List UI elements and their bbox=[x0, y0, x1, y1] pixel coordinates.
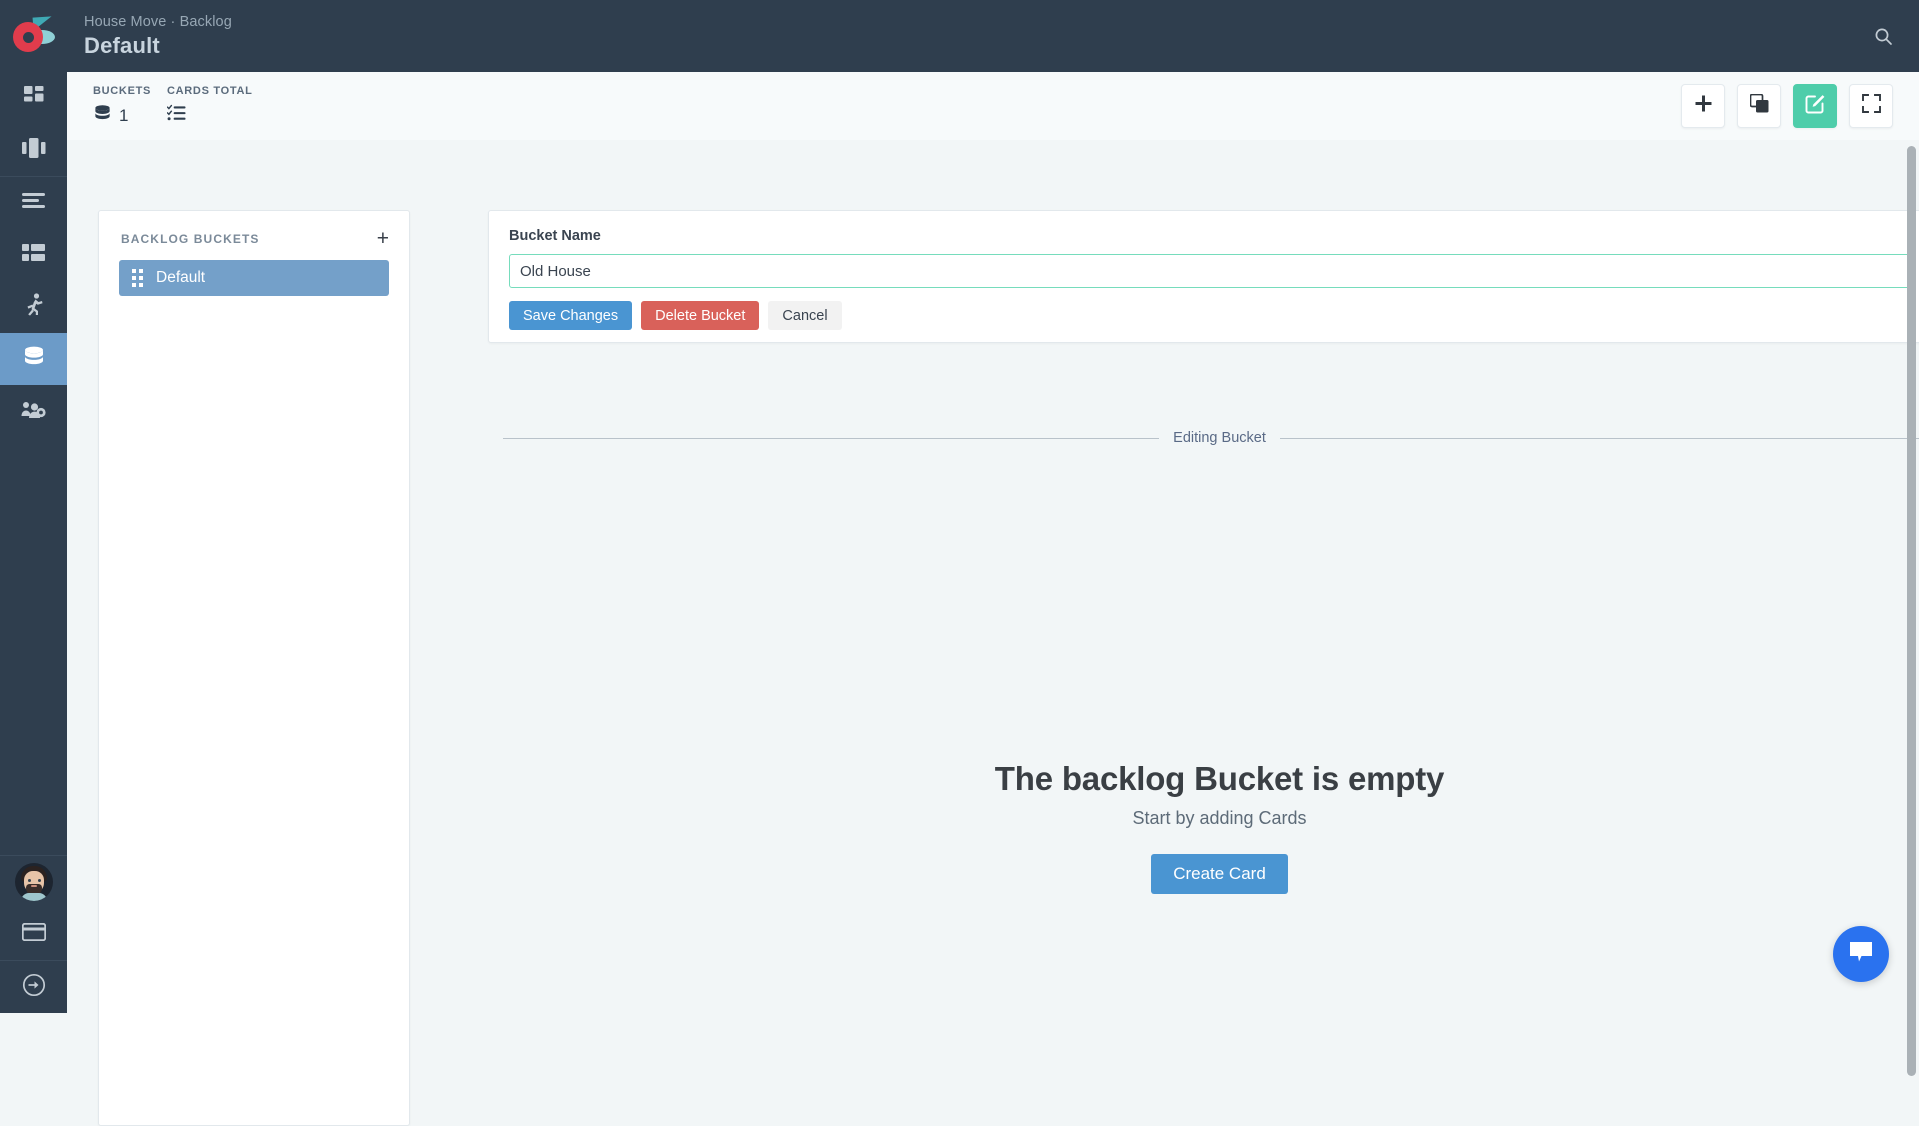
chat-bubble-icon bbox=[1848, 940, 1874, 969]
bucket-editor-card: Bucket Name Save Changes Delete Bucket C… bbox=[488, 210, 1919, 343]
chat-support-button[interactable] bbox=[1833, 926, 1889, 982]
sidebar-item-board[interactable] bbox=[0, 124, 67, 176]
top-header: House Move · Backlog Default bbox=[0, 0, 1919, 72]
stat-buckets-label: BUCKETS bbox=[93, 85, 152, 97]
pencil-square-icon bbox=[1805, 93, 1826, 119]
bucket-list-item-default[interactable]: Default bbox=[119, 260, 389, 296]
header-title-block: House Move · Backlog Default bbox=[84, 12, 232, 60]
stat-buckets: BUCKETS 1 bbox=[93, 85, 151, 128]
stat-buckets-value: 1 bbox=[119, 106, 129, 125]
avatar-icon bbox=[14, 863, 53, 901]
sidebar-bottom-group bbox=[0, 855, 67, 1013]
running-person-icon bbox=[24, 293, 44, 321]
app-logo-icon bbox=[12, 16, 55, 55]
stats-bar: BUCKETS 1 CARDS TOTAL bbox=[67, 72, 1919, 140]
editor-button-row: Save Changes Delete Bucket Cancel bbox=[509, 301, 1911, 330]
backlog-buckets-header: BACKLOG BUCKETS + bbox=[99, 211, 409, 256]
workspace: BUCKETS 1 CARDS TOTAL BACKLOG BUCKETS + … bbox=[67, 72, 1919, 1126]
plus-icon bbox=[1694, 94, 1713, 118]
divider-line-left bbox=[503, 437, 1160, 439]
main-content: BACKLOG BUCKETS + Default Bucket Name Sa… bbox=[67, 140, 1919, 1126]
duplicate-button[interactable] bbox=[1737, 84, 1781, 128]
stat-cards-label: CARDS TOTAL bbox=[167, 85, 253, 97]
app-logo[interactable] bbox=[0, 0, 67, 72]
bucket-name-input[interactable] bbox=[509, 254, 1913, 288]
bucket-name-label: Bucket Name bbox=[509, 228, 601, 244]
action-toolbar bbox=[1681, 84, 1893, 128]
cancel-button[interactable]: Cancel bbox=[768, 301, 842, 330]
divider-line-right bbox=[1279, 437, 1919, 439]
stat-cards-total: CARDS TOTAL bbox=[166, 85, 253, 128]
fullscreen-button[interactable] bbox=[1849, 84, 1893, 128]
sidebar-item-buckets[interactable] bbox=[0, 333, 67, 385]
bucket-item-label: Default bbox=[156, 269, 206, 286]
database-stack-icon bbox=[22, 345, 46, 374]
sidebar-item-sprint[interactable] bbox=[0, 281, 67, 333]
empty-state: The backlog Bucket is empty Start by add… bbox=[503, 760, 1919, 894]
page-title: Default bbox=[84, 33, 160, 58]
sidebar-item-dashboard[interactable] bbox=[0, 72, 67, 124]
drag-handle-icon[interactable] bbox=[132, 269, 143, 287]
left-sidebar bbox=[0, 72, 67, 1013]
sidebar-item-billing[interactable] bbox=[0, 908, 67, 960]
arrow-circle-right-icon bbox=[22, 973, 46, 1002]
divider-label: Editing Bucket bbox=[1173, 430, 1266, 446]
expand-corners-icon bbox=[1861, 94, 1881, 118]
add-button[interactable] bbox=[1681, 84, 1725, 128]
add-bucket-icon[interactable]: + bbox=[377, 228, 389, 249]
save-changes-button[interactable]: Save Changes bbox=[509, 301, 633, 330]
checklist-icon bbox=[166, 104, 186, 128]
sidebar-item-team-settings[interactable] bbox=[0, 385, 67, 437]
sidebar-item-backlog-list[interactable] bbox=[0, 177, 67, 229]
empty-state-subtitle: Start by adding Cards bbox=[1132, 808, 1307, 828]
grid-dashboard-icon bbox=[23, 85, 45, 112]
empty-state-title: The backlog Bucket is empty bbox=[994, 760, 1445, 797]
vertical-scrollbar[interactable] bbox=[1907, 146, 1916, 1076]
backlog-buckets-panel: BACKLOG BUCKETS + Default bbox=[98, 210, 410, 1126]
breadcrumb: House Move · Backlog bbox=[84, 14, 232, 30]
user-avatar[interactable] bbox=[0, 856, 67, 908]
list-lines-icon bbox=[22, 192, 45, 214]
delete-bucket-button[interactable]: Delete Bucket bbox=[641, 301, 760, 330]
sidebar-item-table[interactable] bbox=[0, 229, 67, 281]
editing-bucket-divider: Editing Bucket bbox=[503, 430, 1919, 446]
sidebar-item-logout[interactable] bbox=[0, 961, 67, 1013]
copy-layers-icon bbox=[1749, 93, 1769, 118]
people-gear-icon bbox=[21, 399, 46, 424]
backlog-buckets-title: BACKLOG BUCKETS bbox=[121, 232, 260, 246]
credit-card-icon bbox=[21, 922, 46, 946]
table-grid-icon bbox=[22, 244, 45, 266]
database-stack-icon bbox=[93, 104, 112, 128]
create-card-button[interactable]: Create Card bbox=[1151, 854, 1288, 894]
search-icon[interactable] bbox=[1869, 22, 1897, 50]
edit-button[interactable] bbox=[1793, 84, 1837, 128]
columns-board-icon bbox=[21, 137, 46, 163]
